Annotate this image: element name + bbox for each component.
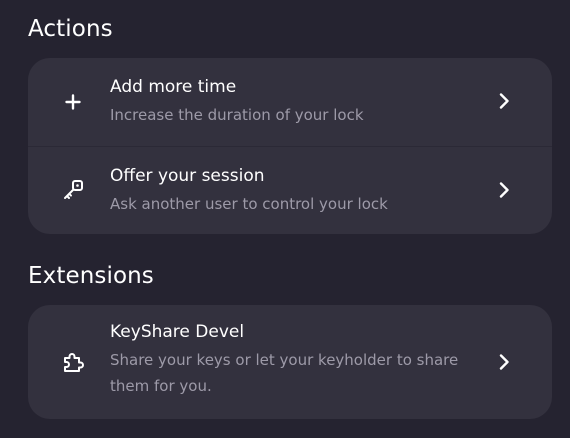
offer-session-subtitle: Ask another user to control your lock (110, 195, 388, 213)
page: Actions Add more time Increase the durat… (0, 0, 570, 438)
keyshare-devel-subtitle: Share your keys or let your keyholder to… (110, 351, 459, 395)
extensions-heading: Extensions (28, 263, 154, 289)
add-more-time-title: Add more time (110, 77, 237, 97)
offer-session-title: Offer your session (110, 166, 265, 186)
add-more-time-item[interactable]: Add more time Increase the duration of y… (28, 58, 552, 146)
chevron-right-icon (496, 352, 512, 372)
offer-session-text: Offer your session Ask another user to c… (110, 165, 488, 217)
offer-session-item[interactable]: Offer your session Ask another user to c… (28, 146, 552, 234)
keyshare-devel-title: KeyShare Devel (110, 322, 245, 342)
add-more-time-text: Add more time Increase the duration of y… (110, 76, 488, 128)
extensions-card: KeyShare Devel Share your keys or let yo… (28, 305, 552, 419)
chevron-right-icon (496, 91, 512, 111)
actions-card: Add more time Increase the duration of y… (28, 58, 552, 234)
chevron-right-icon (496, 180, 512, 200)
keyshare-devel-item[interactable]: KeyShare Devel Share your keys or let yo… (28, 305, 552, 419)
keyshare-devel-text: KeyShare Devel Share your keys or let yo… (110, 321, 488, 399)
add-more-time-subtitle: Increase the duration of your lock (110, 106, 364, 124)
key-icon (60, 177, 86, 203)
plus-icon (60, 89, 86, 115)
puzzle-icon (60, 349, 86, 375)
actions-heading: Actions (28, 16, 113, 42)
